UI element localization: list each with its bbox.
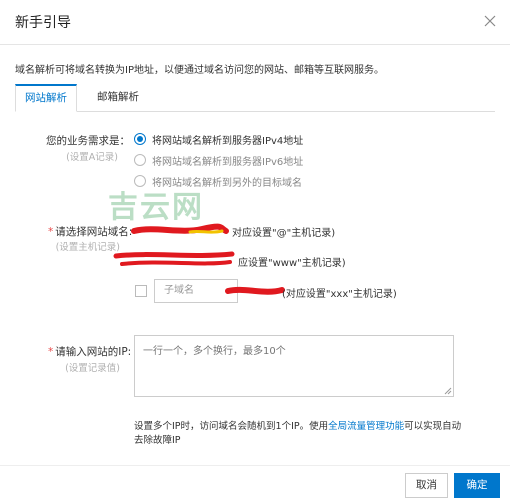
- dialog-title: 新手引导: [15, 15, 71, 31]
- radio-ipv4-circle[interactable]: [134, 133, 146, 145]
- tab-bar: 网站解析 邮箱解析: [15, 84, 495, 112]
- radio-ipv6-label: 将网站域名解析到服务器IPv6地址: [152, 156, 304, 168]
- cancel-button[interactable]: 取消: [405, 473, 448, 498]
- radio-ipv6-circle[interactable]: [134, 154, 146, 166]
- radio-ipv4[interactable]: 将网站域名解析到服务器IPv4地址: [134, 131, 303, 147]
- domain-label-text: 请选择网站域名:: [55, 226, 133, 238]
- radio-ipv4-label: 将网站域名解析到服务器IPv4地址: [152, 135, 304, 147]
- radio-ipv6[interactable]: 将网站域名解析到服务器IPv6地址: [134, 152, 303, 168]
- watermark-logo: 吉云网: [108, 190, 204, 225]
- global-traffic-link[interactable]: 全局流量管理功能: [328, 421, 404, 432]
- tab-mail-resolution[interactable]: 邮箱解析: [81, 84, 155, 112]
- domain-label: * 请选择网站域名:: [48, 226, 133, 238]
- subdomain-checkbox[interactable]: [135, 285, 147, 297]
- business-sublabel: (设置A记录): [66, 152, 118, 163]
- redaction-mark: [113, 251, 235, 266]
- intro-text: 域名解析可将域名转换为IP地址，以便通过域名访问您的网站、邮箱等互联网服务。: [15, 65, 384, 76]
- ip-sublabel: (设置记录值): [65, 363, 120, 374]
- ip-label-text: 请输入网站的IP:: [55, 346, 132, 358]
- ip-label: * 请输入网站的IP:: [48, 346, 132, 358]
- resize-handle-icon[interactable]: [444, 387, 452, 395]
- redaction-mark: [225, 286, 285, 295]
- ip-hint: 设置多个IP时，访问域名会随机到1个IP。使用全局流量管理功能可以实现自动去除故…: [134, 421, 462, 446]
- close-icon[interactable]: [483, 14, 497, 28]
- domain-row1-text: 对应设置"@"主机记录): [232, 228, 336, 239]
- domain-row2-text: 应设置"www"主机记录): [238, 258, 346, 269]
- tab-website-resolution[interactable]: 网站解析: [15, 84, 77, 112]
- dialog-header: 新手引导: [0, 0, 510, 45]
- ip-textarea[interactable]: [134, 335, 454, 397]
- redaction-mark: [131, 223, 229, 234]
- business-label: 您的业务需求是：: [46, 135, 130, 147]
- domain-sublabel: (设置主机记录): [55, 242, 120, 253]
- confirm-button[interactable]: 确定: [454, 473, 500, 498]
- footer-divider: [0, 465, 510, 466]
- domain-row3-text: (对应设置"xxx"主机记录): [282, 289, 397, 300]
